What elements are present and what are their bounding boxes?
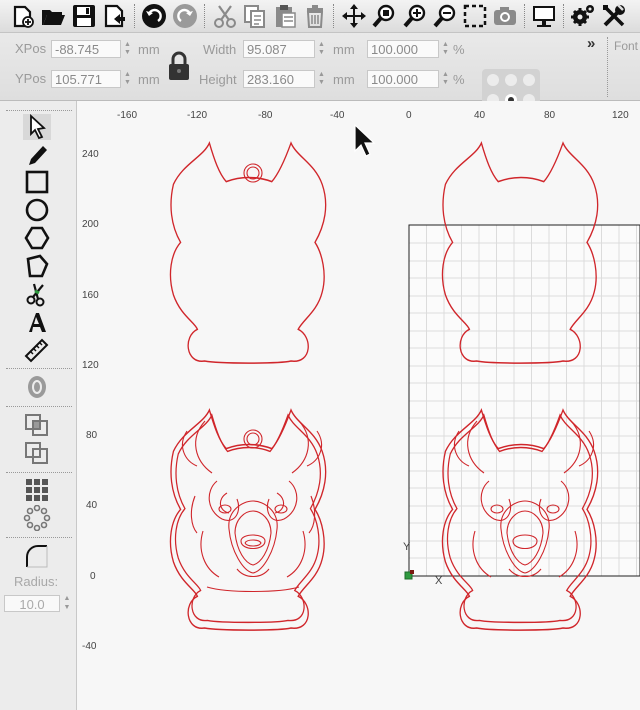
design-canvas[interactable]: -160 -120 -80 -40 0 40 80 120 240 200 16…	[77, 101, 640, 710]
mouse-cursor-icon	[354, 123, 376, 157]
width-stepper[interactable]: ▲ ▼	[317, 41, 326, 59]
axis-x-label: X	[435, 575, 443, 587]
width-percent-stepper[interactable]: ▲ ▼	[441, 41, 450, 59]
work-area	[408, 224, 640, 577]
paste-icon[interactable]	[272, 3, 298, 29]
monitor-icon[interactable]	[531, 3, 557, 29]
redo-icon[interactable]	[172, 3, 198, 29]
height-field[interactable]: 283.160	[243, 70, 315, 88]
width-field[interactable]: 95.087	[243, 40, 315, 58]
offset-icon[interactable]	[23, 374, 51, 400]
property-bar: XPos -88.745 ▲ ▼ mm YPos 105.771 ▲ ▼ mm Wi…	[0, 33, 640, 131]
radius-label: Radius:	[14, 574, 59, 589]
tool-separator	[6, 406, 72, 407]
overflow-chevron[interactable]: »	[587, 35, 595, 52]
width-unit: mm	[333, 42, 355, 57]
height-percent-stepper[interactable]: ▲ ▼	[441, 71, 450, 89]
ypos-label: YPos	[15, 71, 47, 86]
undo-icon[interactable]	[141, 3, 167, 29]
zoom-out-icon[interactable]	[432, 3, 458, 29]
frame-icon[interactable]	[462, 3, 488, 29]
rectangle-icon[interactable]	[23, 169, 51, 195]
height-label: Height	[199, 72, 237, 87]
move-icon[interactable]	[341, 3, 367, 29]
main-toolbar	[0, 0, 640, 33]
camera-icon[interactable]	[492, 3, 518, 29]
boolean-intersect-icon[interactable]	[23, 440, 51, 466]
select-pointer-icon[interactable]	[23, 114, 51, 140]
toolbar-separator	[524, 4, 525, 28]
ypos-stepper[interactable]: ▲ ▼	[123, 71, 132, 89]
corner-radius-icon[interactable]	[23, 543, 51, 569]
anchor-top-right[interactable]	[523, 74, 535, 86]
zoom-selection-icon[interactable]	[371, 3, 397, 29]
settings-icon[interactable]	[570, 3, 596, 29]
anchor-top-left[interactable]	[487, 74, 499, 86]
save-icon[interactable]	[71, 3, 97, 29]
cut-icon[interactable]	[212, 3, 238, 29]
width-percent-field[interactable]: 100.000	[367, 40, 439, 58]
export-icon[interactable]	[102, 3, 128, 29]
tools-icon[interactable]	[601, 3, 627, 29]
node-edit-icon[interactable]	[23, 253, 51, 279]
canvas-drawing[interactable]	[77, 101, 640, 710]
xpos-field[interactable]: -88.745	[51, 40, 121, 58]
tool-separator	[6, 368, 72, 369]
width-percent-unit: %	[453, 42, 465, 57]
copy-icon[interactable]	[242, 3, 268, 29]
toolbar-separator	[134, 4, 135, 28]
polygon-icon[interactable]	[23, 225, 51, 251]
toolbar-separator	[204, 4, 205, 28]
boolean-union-icon[interactable]	[23, 412, 51, 438]
design-shape-engraved-left[interactable]	[169, 409, 327, 631]
toolbar-separator	[333, 4, 334, 28]
xpos-stepper[interactable]: ▲ ▼	[123, 41, 132, 59]
circular-array-icon[interactable]	[23, 505, 51, 531]
toolbar-separator	[563, 4, 564, 28]
ruler-icon[interactable]	[23, 337, 51, 363]
new-icon[interactable]	[10, 3, 36, 29]
xpos-label: XPos	[15, 41, 47, 56]
height-percent-unit: %	[453, 72, 465, 87]
radius-stepper[interactable]: ▲ ▼	[61, 594, 73, 613]
grid-array-icon[interactable]	[23, 477, 51, 503]
pencil-icon[interactable]	[23, 142, 51, 168]
ypos-field[interactable]: 105.771	[51, 70, 121, 88]
scissors-icon[interactable]	[23, 281, 51, 307]
tool-separator	[6, 537, 72, 538]
tool-separator	[6, 472, 72, 473]
open-folder-icon[interactable]	[40, 3, 66, 29]
font-label: Font	[614, 39, 639, 53]
propbar-separator	[607, 37, 608, 97]
text-icon[interactable]	[23, 309, 51, 335]
radius-field[interactable]: 10.0	[4, 595, 60, 612]
ypos-unit: mm	[138, 72, 160, 87]
anchor-top-center[interactable]	[505, 74, 517, 86]
left-toolbar: Radius: 10.0 ▲ ▼	[0, 101, 77, 710]
height-percent-field[interactable]: 100.000	[367, 70, 439, 88]
height-stepper[interactable]: ▲ ▼	[317, 71, 326, 89]
axis-y-label: Y	[403, 541, 411, 553]
height-unit: mm	[333, 72, 355, 87]
lock-aspect-icon[interactable]	[165, 50, 195, 88]
delete-icon[interactable]	[302, 3, 328, 29]
ellipse-icon[interactable]	[23, 197, 51, 223]
width-label: Width	[203, 42, 237, 57]
zoom-in-icon[interactable]	[402, 3, 428, 29]
tool-separator	[6, 110, 72, 111]
xpos-unit: mm	[138, 42, 160, 57]
